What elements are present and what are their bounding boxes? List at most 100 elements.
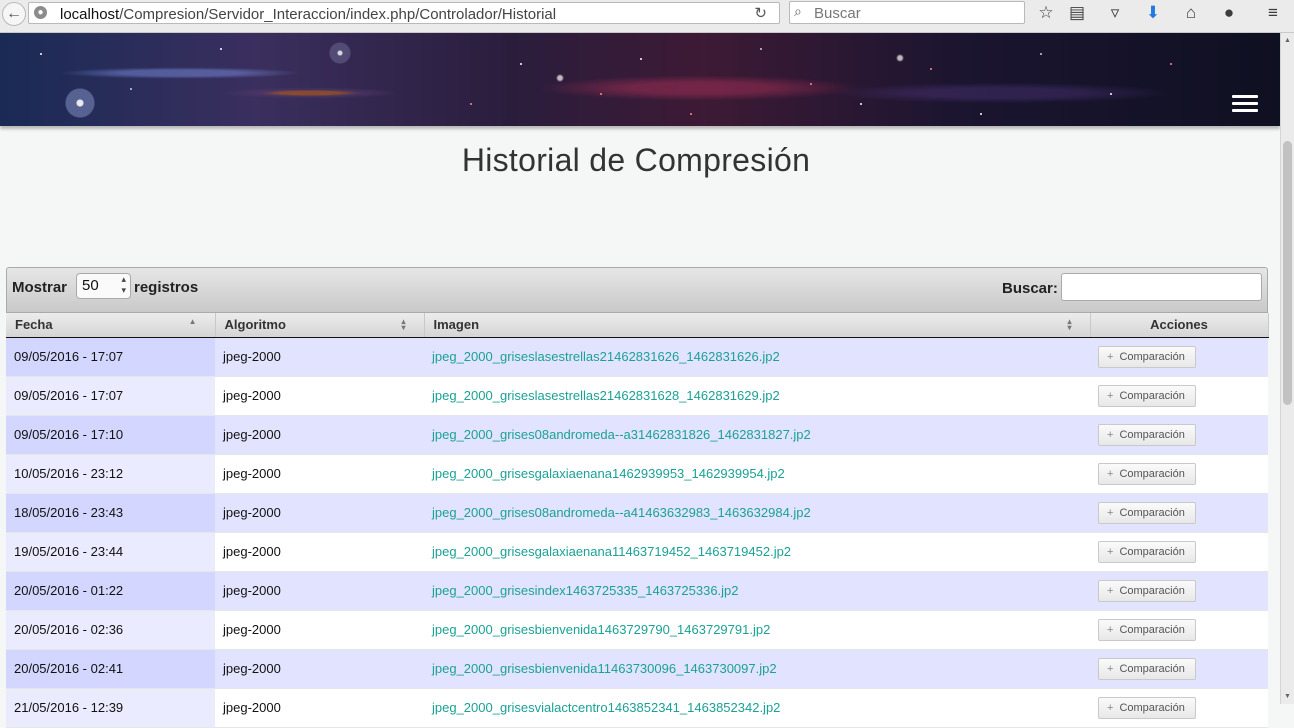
acciones-cell: + Comparación [1090,610,1268,650]
hamburger-menu-icon[interactable] [1232,95,1258,113]
image-link[interactable]: jpeg_2000_grisesbienvenida1463729790_146… [432,622,770,637]
comparison-button[interactable]: + Comparación [1098,384,1196,407]
imagen-cell: jpeg_2000_grisesgalaxiaenana11463719452_… [424,532,1090,572]
table-row: 10/05/2016 - 23:12 jpeg-2000 jpeg_2000_g… [6,454,1268,494]
comparison-button[interactable]: + Comparación [1098,423,1196,446]
home-icon[interactable]: ⌂ [1180,3,1202,25]
image-link[interactable]: jpeg_2000_griseslasestrellas21462831628_… [432,388,780,403]
comparison-button[interactable]: + Comparación [1098,345,1196,368]
algoritmo-cell: jpeg-2000 [215,415,424,455]
image-link[interactable]: jpeg_2000_grises08andromeda--a3146283182… [432,427,811,442]
image-link[interactable]: jpeg_2000_grises08andromeda--a4146363298… [432,505,811,520]
image-link[interactable]: jpeg_2000_grisesbienvenida11463730096_14… [432,661,777,676]
table-search-input[interactable] [1061,273,1262,301]
algoritmo-cell: jpeg-2000 [215,376,424,416]
table-header-row: Fecha ▲ Algoritmo ▴ ▾ Imagen ▴ ▾ Acciones [6,313,1269,338]
acciones-cell: + Comparación [1090,571,1268,611]
imagen-cell: jpeg_2000_grisesindex1463725335_14637253… [424,571,1090,611]
column-header-algoritmo[interactable]: Algoritmo ▴ ▾ [215,313,425,338]
comparison-button[interactable]: + Comparación [1098,501,1196,524]
page-scrollbar[interactable]: ▲ ▼ [1280,33,1294,704]
algoritmo-cell: jpeg-2000 [215,688,424,728]
plus-icon: + [1107,701,1114,714]
imagen-cell: jpeg_2000_grises08andromeda--a3146283182… [424,415,1090,455]
comparison-label: Comparación [1119,467,1185,480]
url-host: localhost [60,6,120,23]
scroll-up-icon[interactable]: ▲ [1284,37,1291,44]
column-label: Algoritmo [224,317,286,333]
fecha-cell: 09/05/2016 - 17:10 [6,415,215,455]
algoritmo-cell: jpeg-2000 [215,337,424,377]
imagen-cell: jpeg_2000_grisesgalaxiaenana1462939953_1… [424,454,1090,494]
show-label: Mostrar [12,279,68,296]
comparison-label: Comparación [1119,701,1185,714]
records-label: registros [134,279,199,296]
algoritmo-cell: jpeg-2000 [215,649,424,689]
page-length-select[interactable]: 50 ▴ ▾ [76,273,131,299]
plus-icon: + [1107,428,1114,441]
comparison-button[interactable]: + Comparación [1098,579,1196,602]
comparison-label: Comparación [1119,662,1185,675]
plus-icon: + [1107,662,1114,675]
browser-search-bar[interactable]: ⌕ Buscar [789,1,1025,24]
comparison-label: Comparación [1119,506,1185,519]
chat-icon[interactable]: ● [1218,3,1240,25]
browser-search-placeholder: Buscar [814,5,861,22]
fecha-cell: 10/05/2016 - 23:12 [6,454,215,494]
plus-icon: + [1107,506,1114,519]
plus-icon: + [1107,350,1114,363]
column-header-imagen[interactable]: Imagen ▴ ▾ [424,313,1091,338]
column-label: Acciones [1150,317,1208,333]
table-row: 09/05/2016 - 17:10 jpeg-2000 jpeg_2000_g… [6,415,1268,455]
url-bar[interactable]: ● localhost/Compresion/Servidor_Interacc… [28,2,780,24]
table-row: 20/05/2016 - 02:36 jpeg-2000 jpeg_2000_g… [6,610,1268,650]
back-icon[interactable]: ← [2,2,26,26]
reading-list-icon[interactable]: ▤ [1066,3,1088,25]
imagen-cell: jpeg_2000_grisesbienvenida1463729790_146… [424,610,1090,650]
pocket-icon[interactable]: ▿ [1104,3,1126,25]
plus-icon: + [1107,467,1114,480]
column-label: Imagen [433,317,480,333]
fecha-cell: 20/05/2016 - 01:22 [6,571,215,611]
column-label: Fecha [15,317,53,333]
acciones-cell: + Comparación [1090,337,1268,377]
comparison-button[interactable]: + Comparación [1098,462,1196,485]
image-link[interactable]: jpeg_2000_grisesindex1463725335_14637253… [432,583,739,598]
image-link[interactable]: jpeg_2000_grisesgalaxiaenana11463719452_… [432,544,791,559]
select-arrows-icon: ▴ ▾ [121,274,126,295]
menu-icon[interactable]: ≡ [1262,3,1284,25]
algoritmo-cell: jpeg-2000 [215,571,424,611]
fecha-cell: 09/05/2016 - 17:07 [6,337,215,377]
imagen-cell: jpeg_2000_grisesvialactcentro1463852341_… [424,688,1090,728]
sort-both-icon: ▴ ▾ [401,317,406,332]
sort-asc-icon: ▲ [188,317,197,326]
fecha-cell: 20/05/2016 - 02:41 [6,649,215,689]
search-icon: ⌕ [794,3,802,19]
imagen-cell: jpeg_2000_griseslasestrellas21462831626_… [424,337,1090,377]
image-link[interactable]: jpeg_2000_grisesvialactcentro1463852341_… [432,700,780,715]
algoritmo-cell: jpeg-2000 [215,454,424,494]
algoritmo-cell: jpeg-2000 [215,610,424,650]
comparison-button[interactable]: + Comparación [1098,696,1196,719]
column-header-fecha[interactable]: Fecha ▲ [6,313,216,338]
comparison-button[interactable]: + Comparación [1098,540,1196,563]
search-label: Buscar: [1002,280,1058,297]
image-link[interactable]: jpeg_2000_griseslasestrellas21462831626_… [432,349,780,364]
reload-icon[interactable]: ↻ [754,4,767,22]
comparison-button[interactable]: + Comparación [1098,618,1196,641]
table-row: 18/05/2016 - 23:43 jpeg-2000 jpeg_2000_g… [6,493,1268,533]
fecha-cell: 19/05/2016 - 23:44 [6,532,215,572]
scroll-down-icon[interactable]: ▼ [1284,693,1291,700]
scroll-thumb[interactable] [1283,141,1292,405]
header-banner [0,33,1280,126]
image-link[interactable]: jpeg_2000_grisesgalaxiaenana1462939953_1… [432,466,785,481]
bookmark-star-icon[interactable]: ☆ [1035,3,1057,25]
comparison-button[interactable]: + Comparación [1098,657,1196,680]
table-row: 09/05/2016 - 17:07 jpeg-2000 jpeg_2000_g… [6,337,1268,377]
algoritmo-cell: jpeg-2000 [215,532,424,572]
plus-icon: + [1107,584,1114,597]
comparison-label: Comparación [1119,584,1185,597]
download-icon[interactable]: ⬇ [1142,3,1164,25]
algoritmo-cell: jpeg-2000 [215,493,424,533]
table-row: 20/05/2016 - 02:41 jpeg-2000 jpeg_2000_g… [6,649,1268,689]
